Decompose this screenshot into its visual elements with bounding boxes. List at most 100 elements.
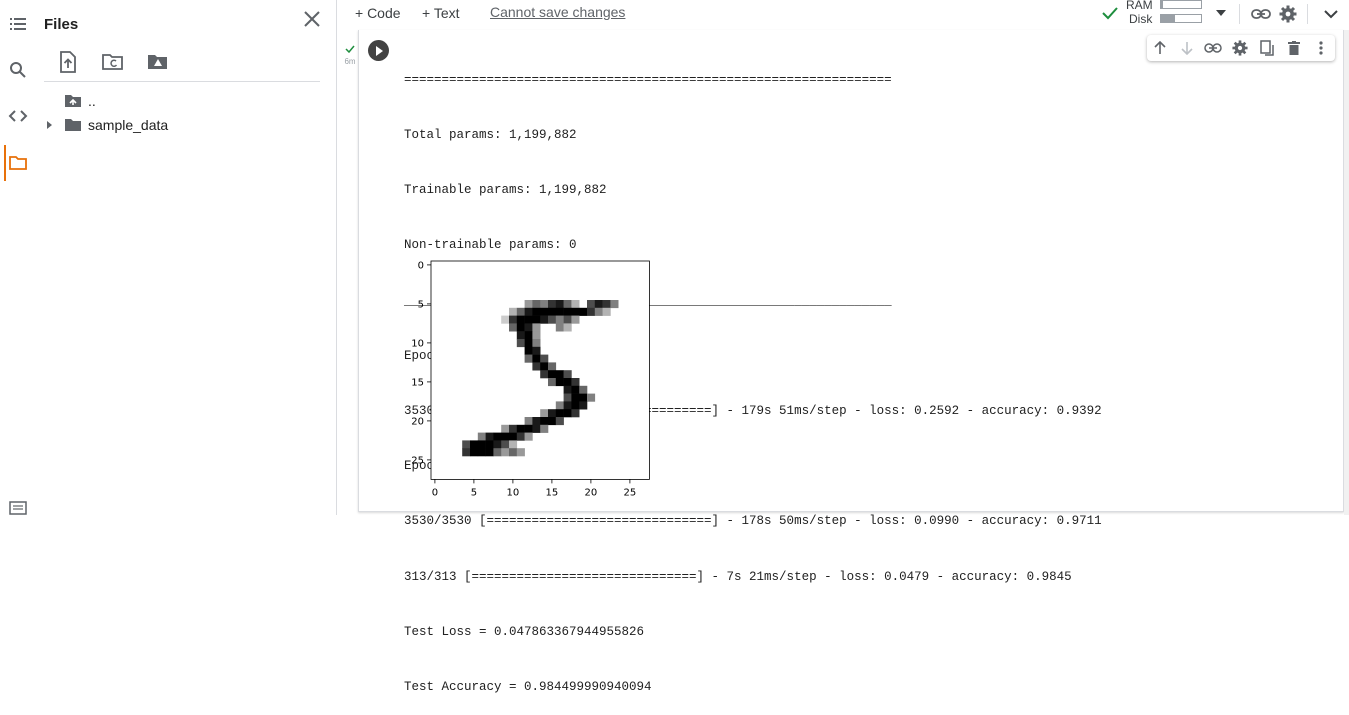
close-icon[interactable] — [302, 9, 322, 29]
pixel-cell — [501, 448, 510, 457]
refresh-folder-icon[interactable] — [101, 50, 125, 74]
pixel-cell — [571, 315, 580, 324]
disk-label: Disk — [1129, 12, 1153, 26]
pixel-cell — [602, 307, 611, 316]
folder-icon[interactable] — [0, 145, 36, 181]
pixel-cell — [563, 307, 572, 316]
pixel-cell — [540, 354, 549, 363]
add-text-button[interactable]: + Text — [422, 3, 460, 23]
x-tick-label: 20 — [585, 487, 598, 498]
check-icon — [1102, 7, 1118, 20]
link-icon[interactable] — [1250, 4, 1272, 24]
settings-icon[interactable] — [1277, 4, 1299, 24]
pixel-cell — [509, 448, 518, 457]
pixel-cell — [462, 448, 471, 457]
pixel-cell — [555, 307, 564, 316]
mirror-cell-icon[interactable] — [1258, 39, 1276, 57]
tree-item-sample-data[interactable]: sample_data — [44, 115, 168, 135]
move-up-icon[interactable] — [1151, 39, 1169, 57]
more-options-icon[interactable] — [1312, 39, 1330, 57]
pixel-cell — [524, 300, 533, 309]
pixel-cell — [563, 393, 572, 402]
x-tick-label: 25 — [624, 487, 637, 498]
pixel-cell — [516, 307, 525, 316]
pixel-cell — [524, 331, 533, 340]
pixel-cell — [563, 378, 572, 387]
pixel-cell — [571, 378, 580, 387]
pixel-cell — [485, 440, 494, 449]
x-tick-label: 5 — [471, 487, 477, 498]
delete-icon[interactable] — [1285, 39, 1303, 57]
pixel-cell — [548, 307, 557, 316]
y-tick-label: 0 — [418, 260, 424, 271]
pixel-cell — [602, 300, 611, 309]
settings-icon[interactable] — [1231, 39, 1249, 57]
add-code-button[interactable]: + Code — [355, 3, 401, 23]
digit-image-plot: 0 5 10 15 20 25 0 5 10 15 20 25 — [411, 260, 650, 498]
link-icon[interactable] — [1204, 39, 1222, 57]
mount-drive-icon[interactable] — [146, 50, 170, 74]
pixel-cell — [524, 346, 533, 355]
pixel-cell — [571, 409, 580, 418]
pixel-cell — [532, 362, 541, 371]
pixel-cell — [524, 323, 533, 332]
tree-item-parent[interactable]: .. — [64, 91, 96, 111]
resource-monitor[interactable]: RAM Disk — [1101, 0, 1226, 28]
upload-file-icon[interactable] — [56, 50, 80, 74]
collapse-chevron-icon[interactable] — [1320, 4, 1342, 24]
pixel-cell — [524, 417, 533, 426]
pixel-cell — [563, 323, 572, 332]
pixel-cell — [579, 385, 588, 394]
pixel-cell — [548, 362, 557, 371]
ram-bar-fill — [1161, 1, 1163, 8]
tree-item-label: sample_data — [88, 117, 169, 133]
pixel-cell — [555, 417, 564, 426]
pixel-cell — [532, 339, 541, 348]
pixel-cell — [532, 424, 541, 433]
pixel-cell — [540, 315, 549, 324]
pixel-cell — [524, 339, 533, 348]
save-status-link[interactable]: Cannot save changes — [490, 4, 625, 20]
x-tick-label: 10 — [507, 487, 520, 498]
files-panel: Files .. sample_data — [36, 0, 337, 515]
pixel-cell — [524, 424, 533, 433]
output-line: Trainable params: 1,199,882 — [404, 183, 607, 198]
scrollbar[interactable] — [1344, 30, 1349, 515]
pixel-cell — [571, 401, 580, 410]
pixel-cell — [610, 300, 619, 309]
pixel-cell — [477, 448, 486, 457]
dropdown-arrow-icon[interactable] — [1216, 9, 1226, 17]
pixel-cell — [563, 370, 572, 379]
toc-icon[interactable] — [0, 6, 36, 42]
toolbar-divider — [1239, 4, 1240, 24]
pixel-cell — [548, 378, 557, 387]
folder-up-icon — [65, 95, 81, 107]
move-down-icon[interactable] — [1178, 39, 1196, 57]
terminal-icon[interactable] — [0, 490, 36, 526]
notebook-toolbar: + Code + Text Cannot save changes RAM Di… — [337, 0, 1349, 30]
pixel-cell — [548, 315, 557, 324]
pixel-cell — [532, 315, 541, 324]
execution-time: 6m — [344, 57, 356, 66]
expand-arrow-icon[interactable] — [44, 120, 54, 130]
disk-bar-fill — [1161, 15, 1175, 22]
toolbar-divider — [1307, 4, 1308, 24]
pixel-cell — [501, 432, 510, 441]
check-icon — [345, 45, 355, 54]
play-icon — [375, 45, 383, 56]
pixel-cell — [579, 393, 588, 402]
pixel-cell — [477, 432, 486, 441]
code-icon[interactable] — [0, 98, 36, 134]
pixel-cell — [532, 300, 541, 309]
pixel-cell — [516, 315, 525, 324]
pixel-cell — [563, 300, 572, 309]
pixel-cell — [524, 432, 533, 441]
search-icon[interactable] — [0, 52, 36, 88]
run-cell-button[interactable] — [368, 40, 389, 61]
y-tick-label: 20 — [411, 416, 424, 427]
pixel-cell — [563, 409, 572, 418]
pixel-cell — [540, 362, 549, 371]
pixel-cell — [532, 307, 541, 316]
pixel-cell — [540, 307, 549, 316]
pixel-cell — [571, 393, 580, 402]
